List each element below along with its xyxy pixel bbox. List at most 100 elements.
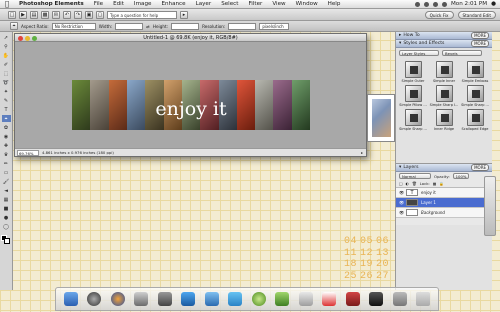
menu-image[interactable]: Image	[129, 1, 157, 7]
disclosure-triangle-icon[interactable]: ▾	[399, 165, 401, 170]
width-input[interactable]	[115, 22, 144, 30]
delete-layer-icon[interactable]: 🗑	[412, 181, 417, 186]
redo-icon[interactable]: ↷	[74, 10, 82, 19]
ical-icon[interactable]	[322, 292, 337, 306]
cookie-cutter-icon[interactable]: ✿	[2, 124, 11, 131]
photo-bin-icon[interactable]: ▢	[96, 10, 104, 19]
height-input[interactable]	[171, 22, 200, 30]
desktop-drive-icon[interactable]	[484, 176, 496, 236]
blur-tool-icon[interactable]: ●	[2, 214, 11, 221]
style-swatch[interactable]: Simple Inner	[431, 61, 457, 83]
minimize-window-icon[interactable]	[25, 35, 30, 41]
finder-icon[interactable]	[63, 292, 78, 306]
firefox-icon[interactable]	[110, 292, 125, 306]
layer-row-text[interactable]: 👁 T enjoy it	[396, 188, 492, 198]
dreamweaver-icon[interactable]	[275, 292, 290, 306]
move-tool-icon[interactable]: ➚	[2, 34, 11, 41]
enjoy-it-text-layer[interactable]: enjoy it	[72, 99, 310, 119]
color-swatches[interactable]	[1, 235, 11, 245]
menu-view[interactable]: View	[267, 1, 290, 7]
brush-tool-icon[interactable]: 🖌	[2, 178, 11, 185]
address-book-icon[interactable]	[298, 292, 313, 306]
eraser-tool-icon[interactable]: ▭	[2, 169, 11, 176]
app-menu[interactable]: Photoshop Elements	[14, 1, 89, 7]
photo-booth-icon[interactable]	[345, 292, 360, 306]
zoom-tool-icon[interactable]: ⚲	[2, 43, 11, 50]
menu-window[interactable]: Window	[291, 1, 323, 7]
menu-filter[interactable]: Filter	[243, 1, 267, 7]
gradient-tool-icon[interactable]: ▦	[2, 196, 11, 203]
type-tool-icon[interactable]: T	[2, 106, 11, 113]
layer-row-background[interactable]: 👁 Background 🔒	[396, 208, 492, 218]
close-window-icon[interactable]	[18, 35, 23, 41]
spotlight-icon[interactable]: ●	[491, 1, 496, 7]
eye-icon[interactable]: 👁	[399, 210, 404, 215]
zoom-window-icon[interactable]	[32, 35, 37, 41]
terminal-icon[interactable]	[369, 292, 384, 306]
style-swatch[interactable]: Simple Outer	[400, 61, 426, 83]
open-file-icon[interactable]: ▶	[19, 10, 27, 19]
print-icon[interactable]: ▩	[41, 10, 49, 19]
crop-tool-options-icon[interactable]: ⌖	[10, 22, 18, 30]
hand-tool-icon[interactable]: ✋	[2, 52, 11, 59]
trash-icon[interactable]	[416, 292, 431, 306]
camera-icon[interactable]	[157, 292, 172, 306]
sponge-tool-icon[interactable]: ◯	[2, 223, 11, 230]
resolution-unit-select[interactable]: pixels/inch	[259, 22, 290, 30]
aspect-ratio-select[interactable]: No Restriction	[51, 22, 96, 30]
crop-tool-icon[interactable]: ⌖	[1, 115, 11, 122]
how-to-more-button[interactable]: MORE	[471, 32, 489, 39]
layers-panel-header[interactable]: ▾ Layers MORE	[396, 164, 492, 172]
style-category-select[interactable]: Layer Styles	[399, 50, 439, 56]
swap-icon[interactable]: ⇄	[146, 24, 150, 29]
volume-icon[interactable]	[432, 1, 438, 7]
red-eye-tool-icon[interactable]: ◉	[2, 133, 11, 140]
quick-fix-button[interactable]: Quick Fix	[424, 10, 454, 19]
adium-icon[interactable]	[251, 292, 266, 306]
selection-brush-icon[interactable]: ✎	[2, 97, 11, 104]
shape-tool-icon[interactable]: ■	[2, 205, 11, 212]
healing-brush-icon[interactable]: ✚	[2, 142, 11, 149]
background-color-swatch[interactable]	[4, 238, 10, 244]
style-swatch[interactable]: Simple Sharp I...	[430, 85, 458, 107]
blend-mode-select[interactable]: Normal	[399, 173, 431, 179]
standard-edit-button[interactable]: Standard Edit	[457, 10, 496, 19]
styles-panel-header[interactable]: ▾ Styles and Effects MORE	[396, 40, 492, 48]
bluetooth-icon[interactable]	[414, 1, 420, 7]
battery-icon[interactable]	[441, 1, 447, 7]
new-file-icon[interactable]: □	[8, 10, 16, 19]
menu-file[interactable]: File	[89, 1, 108, 7]
menu-select[interactable]: Select	[216, 1, 243, 7]
new-layer-icon[interactable]: □	[399, 181, 403, 186]
lasso-tool-icon[interactable]: ➰	[2, 79, 11, 86]
status-arrow-icon[interactable]: ▸	[361, 150, 363, 155]
iphoto-icon[interactable]	[134, 292, 149, 306]
wifi-icon[interactable]	[423, 1, 429, 7]
menu-help[interactable]: Help	[323, 1, 346, 7]
paint-bucket-icon[interactable]: ◄	[2, 187, 11, 194]
style-swatch[interactable]: Inner Ridge	[431, 109, 457, 131]
marquee-tool-icon[interactable]: ⬚	[2, 70, 11, 77]
opacity-field[interactable]: 100%	[452, 173, 469, 179]
magic-wand-tool-icon[interactable]: ✦	[2, 88, 11, 95]
canvas-area[interactable]: enjoy it	[15, 43, 366, 148]
eye-icon[interactable]: 👁	[399, 200, 404, 205]
undo-icon[interactable]: ↶	[63, 10, 71, 19]
styles-more-button[interactable]: MORE	[471, 40, 489, 47]
lock-all-icon[interactable]: 🔒	[439, 181, 444, 186]
disclosure-triangle-icon[interactable]: ▾	[399, 41, 401, 46]
email-icon[interactable]: ✉	[52, 10, 60, 19]
menu-edit[interactable]: Edit	[108, 1, 129, 7]
eyedropper-tool-icon[interactable]: ✐	[2, 61, 11, 68]
apple-menu-icon[interactable]: 	[0, 0, 14, 8]
resolution-input[interactable]	[228, 22, 257, 30]
style-swatch[interactable]: Simple Sharp ...	[461, 85, 489, 107]
zoom-level-field[interactable]: 69.76%	[17, 149, 39, 156]
disclosure-triangle-icon[interactable]: ▸	[399, 33, 401, 38]
clone-stamp-icon[interactable]: ♛	[2, 151, 11, 158]
how-to-panel-header[interactable]: ▸ How To MORE	[396, 32, 492, 40]
word-app-icon[interactable]	[228, 292, 243, 306]
pencil-tool-icon[interactable]: ✏	[2, 160, 11, 167]
photoshop-elements-icon[interactable]	[181, 292, 196, 306]
help-go-icon[interactable]: ▸	[180, 10, 188, 19]
